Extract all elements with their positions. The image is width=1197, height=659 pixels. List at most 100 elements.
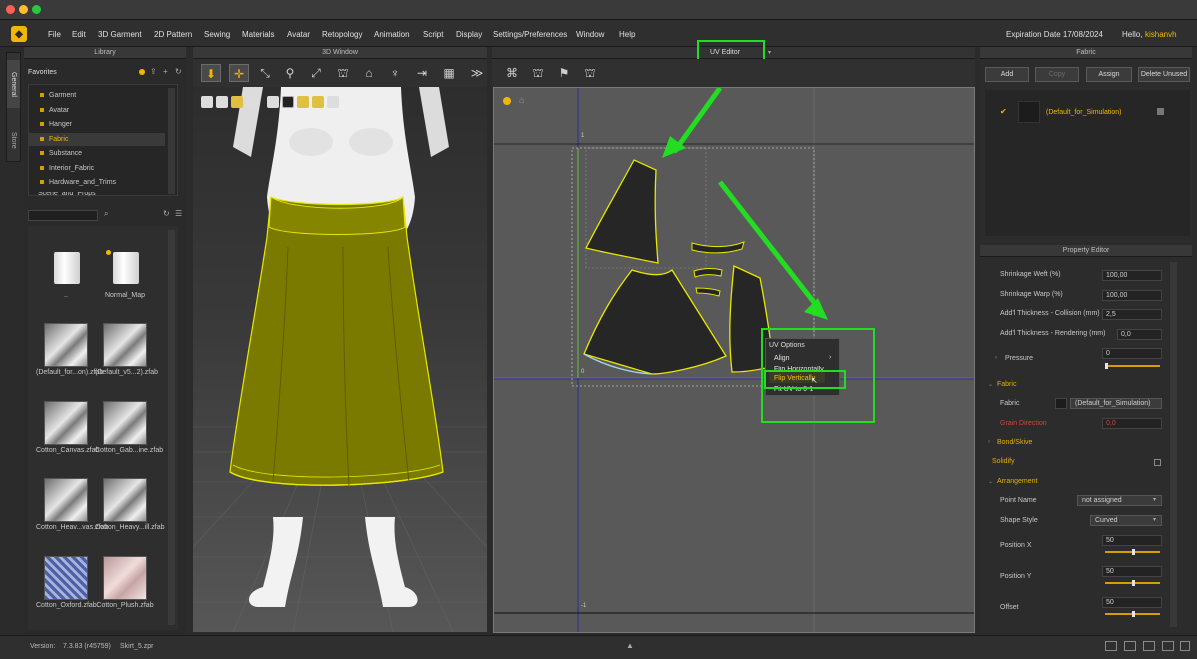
menu-sewing[interactable]: Sewing — [204, 30, 230, 39]
menu-materials[interactable]: Materials — [242, 30, 274, 39]
render-icon[interactable] — [312, 96, 324, 108]
grain-direction-input[interactable]: 0,0 — [1102, 418, 1162, 429]
position-y-input[interactable]: 50 — [1102, 566, 1162, 577]
fit-tool-icon[interactable]: ⌂ — [359, 64, 379, 82]
menu-3d-garment[interactable]: 3D Garment — [98, 30, 142, 39]
lib-item-garment[interactable]: Garment — [49, 92, 76, 99]
uv-snapshot-icon[interactable]: ⌘ — [502, 64, 522, 82]
more-tools-icon[interactable]: ≫ — [467, 64, 487, 82]
pressure-input[interactable]: 0 — [1102, 348, 1162, 359]
3d-viewport[interactable] — [193, 87, 487, 632]
fabric-list-item-name[interactable]: (Default_for_Simulation) — [1046, 109, 1121, 116]
lib-item-substance[interactable]: Substance — [49, 150, 82, 157]
menu-edit[interactable]: Edit — [72, 30, 86, 39]
lib-item-scene-and-props[interactable]: Scene_and_Props — [38, 192, 96, 196]
favorite-star-icon[interactable] — [139, 69, 145, 75]
expand-arrow-icon[interactable]: › — [995, 355, 997, 361]
layout-custom-icon[interactable] — [1180, 641, 1190, 651]
garment-display-icon[interactable] — [267, 96, 279, 108]
menu-avatar[interactable]: Avatar — [287, 30, 310, 39]
uv-canvas[interactable]: ⌂ 1 0 -1 — [493, 87, 975, 633]
shrinkage-warp-input[interactable]: 100,00 — [1102, 290, 1162, 301]
property-editor-scrollbar[interactable] — [1170, 262, 1177, 627]
lib-item-fabric[interactable]: Fabric — [49, 136, 68, 143]
shrinkage-weft-input[interactable]: 100,00 — [1102, 270, 1162, 281]
fabric-menu-icon[interactable] — [1157, 108, 1164, 115]
pin-tool-icon[interactable]: ⤢ — [306, 64, 326, 82]
solidify-checkbox[interactable] — [1154, 459, 1161, 466]
side-tab-store[interactable]: Store — [7, 122, 20, 158]
menu-animation[interactable]: Animation — [374, 30, 410, 39]
assign-fabric-button[interactable]: Assign — [1086, 67, 1132, 82]
favorites-scrollbar[interactable] — [168, 88, 175, 194]
library-search-input[interactable] — [28, 210, 98, 221]
position-x-input[interactable]: 50 — [1102, 535, 1162, 546]
uv-display-icon[interactable] — [503, 97, 511, 105]
menu-display[interactable]: Display — [456, 30, 482, 39]
list-view-icon[interactable]: ☰ — [175, 209, 182, 218]
menu-help[interactable]: Help — [619, 30, 635, 39]
collapse-arrow-icon[interactable]: ⌄ — [988, 478, 993, 485]
uv-arrange-icon[interactable]: ⚑ — [554, 64, 574, 82]
lib-item-interior-fabric[interactable]: Interior_Fabric — [49, 165, 94, 172]
fabric-select[interactable]: (Default_for_Simulation) — [1070, 398, 1162, 409]
layout-grid-icon[interactable] — [1143, 641, 1155, 651]
view-mode-icon[interactable] — [201, 96, 213, 108]
grid-tool-icon[interactable]: ▦ — [439, 64, 459, 82]
avatar-tool-icon[interactable]: ♆ — [385, 64, 405, 82]
fabric-thumbnail[interactable] — [44, 323, 88, 367]
layout-single-icon[interactable] — [1105, 641, 1117, 651]
fabric-thumbnail[interactable] — [44, 401, 88, 445]
zoom-window-button[interactable] — [32, 5, 41, 14]
delete-unused-button[interactable]: Delete Unused — [1138, 67, 1190, 82]
menu-file[interactable]: File — [48, 30, 61, 39]
thickness-collision-input[interactable]: 2,5 — [1102, 309, 1162, 320]
slider-handle[interactable] — [1105, 363, 1108, 369]
menu-retopology[interactable]: Retopology — [322, 30, 362, 39]
select-mesh-tool-icon[interactable]: ⬇ — [201, 64, 221, 82]
chevron-up-icon[interactable]: ▲ — [626, 641, 634, 650]
fabric-color-swatch[interactable] — [1055, 398, 1067, 409]
add-fabric-button[interactable]: Add — [985, 67, 1029, 82]
menu-settings[interactable]: Settings/Preferences — [493, 30, 567, 39]
refresh-icon[interactable]: ↻ — [163, 209, 170, 218]
username[interactable]: kishanvh — [1145, 30, 1177, 39]
expand-arrow-icon[interactable]: › — [988, 439, 990, 445]
texture-mode-icon[interactable] — [216, 96, 228, 108]
shaded-mode-icon[interactable] — [282, 96, 294, 108]
tack-tool-icon[interactable]: ⚲ — [280, 64, 300, 82]
file-grid-scrollbar[interactable] — [168, 230, 175, 625]
fabric-thumbnail[interactable] — [44, 556, 88, 600]
add-icon[interactable]: + — [163, 67, 168, 76]
camera-icon[interactable] — [327, 96, 339, 108]
fabric-thumbnail[interactable] — [103, 478, 147, 522]
move-tool-icon[interactable]: ✛ — [229, 64, 249, 82]
slider-handle[interactable] — [1132, 611, 1135, 617]
copy-fabric-button[interactable]: Copy — [1035, 67, 1079, 82]
fabric-swatch[interactable] — [1018, 101, 1040, 123]
normal-map-folder-icon[interactable] — [113, 252, 139, 284]
slider-handle[interactable] — [1132, 549, 1135, 555]
fabric-thumbnail[interactable] — [103, 401, 147, 445]
parent-folder-icon[interactable] — [54, 252, 80, 284]
layout-quad-icon[interactable] — [1162, 641, 1174, 651]
uv-camera-icon[interactable]: ⛫ — [528, 64, 548, 82]
fabric-thumbnail[interactable] — [103, 556, 147, 600]
close-window-button[interactable] — [6, 5, 15, 14]
light-icon[interactable] — [297, 96, 309, 108]
shape-style-select[interactable]: Curved — [1090, 515, 1162, 526]
slider-handle[interactable] — [1132, 580, 1135, 586]
uv-editor-title[interactable]: UV Editor — [710, 49, 740, 56]
lib-item-hanger[interactable]: Hanger — [49, 121, 72, 128]
pressure-slider[interactable] — [1105, 365, 1160, 367]
refresh-icon[interactable]: ↻ — [175, 67, 182, 76]
menu-script[interactable]: Script — [423, 30, 443, 39]
avatar-display-icon[interactable] — [246, 96, 258, 108]
fabric-thumbnail[interactable] — [44, 478, 88, 522]
fabric-section-header[interactable]: Fabric — [997, 381, 1016, 388]
edit-pattern-tool-icon[interactable]: ⤡ — [255, 64, 275, 82]
uv-garment-icon[interactable]: ⛫ — [580, 64, 600, 82]
arrangement-section-header[interactable]: Arrangement — [997, 478, 1037, 485]
uv-lock-icon[interactable]: ⌂ — [519, 95, 524, 105]
layout-split-icon[interactable] — [1124, 641, 1136, 651]
